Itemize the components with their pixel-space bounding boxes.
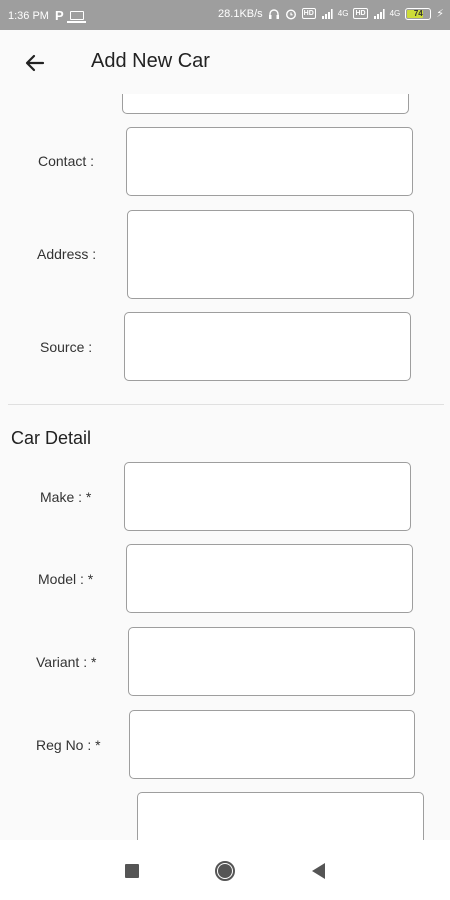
address-label: Address : bbox=[37, 246, 97, 262]
next-field[interactable] bbox=[137, 792, 424, 840]
laptop-icon bbox=[66, 11, 86, 23]
model-label: Model : * bbox=[38, 571, 94, 587]
reg-no-label: Reg No : * bbox=[36, 737, 101, 753]
section-divider bbox=[8, 404, 444, 405]
arrow-left-icon bbox=[25, 54, 45, 72]
contact-label: Contact : bbox=[38, 153, 95, 169]
hd-badge-icon: HD bbox=[301, 8, 316, 19]
make-field[interactable] bbox=[124, 462, 411, 531]
battery-percent: 74 bbox=[413, 9, 423, 18]
system-back-button[interactable] bbox=[305, 858, 331, 884]
source-label: Source : bbox=[40, 339, 93, 355]
variant-field[interactable] bbox=[128, 627, 415, 696]
model-field[interactable] bbox=[126, 544, 413, 613]
make-label: Make : * bbox=[40, 489, 92, 505]
contact-field[interactable] bbox=[126, 127, 413, 196]
address-field[interactable] bbox=[127, 210, 414, 299]
square-icon bbox=[125, 864, 139, 878]
network-speed: 28.1KB/s bbox=[218, 7, 263, 20]
back-button[interactable] bbox=[20, 48, 50, 78]
circle-icon bbox=[215, 861, 235, 881]
previous-field[interactable] bbox=[122, 94, 409, 114]
source-field[interactable] bbox=[124, 312, 411, 381]
navigation-bar bbox=[0, 840, 450, 900]
headphones-icon bbox=[268, 8, 279, 19]
battery-icon: 74 bbox=[405, 7, 432, 20]
hd-badge-icon-2: HD bbox=[353, 8, 368, 19]
status-time: 1:36 PM bbox=[8, 9, 49, 22]
reg-no-field[interactable] bbox=[129, 710, 415, 779]
parking-app-icon: P bbox=[54, 8, 64, 23]
alarm-icon bbox=[285, 8, 296, 20]
signal-icon-sim2 bbox=[373, 8, 385, 19]
app-bar: Add New Car bbox=[0, 30, 450, 94]
home-button[interactable] bbox=[212, 858, 238, 884]
recents-button[interactable] bbox=[119, 858, 145, 884]
page-title: Add New Car bbox=[91, 50, 210, 72]
charging-icon: ⚡ bbox=[436, 8, 444, 20]
variant-label: Variant : * bbox=[36, 654, 97, 670]
signal-icon-sim1 bbox=[321, 8, 333, 19]
status-bar: 1:36 PM P 28.1KB/s HD 4G HD 4G 74 ⚡ bbox=[0, 0, 450, 30]
triangle-back-icon bbox=[311, 863, 325, 879]
sim2-network-type: 4G bbox=[389, 9, 401, 18]
car-detail-heading: Car Detail bbox=[11, 428, 92, 448]
sim1-network-type: 4G bbox=[337, 9, 349, 18]
